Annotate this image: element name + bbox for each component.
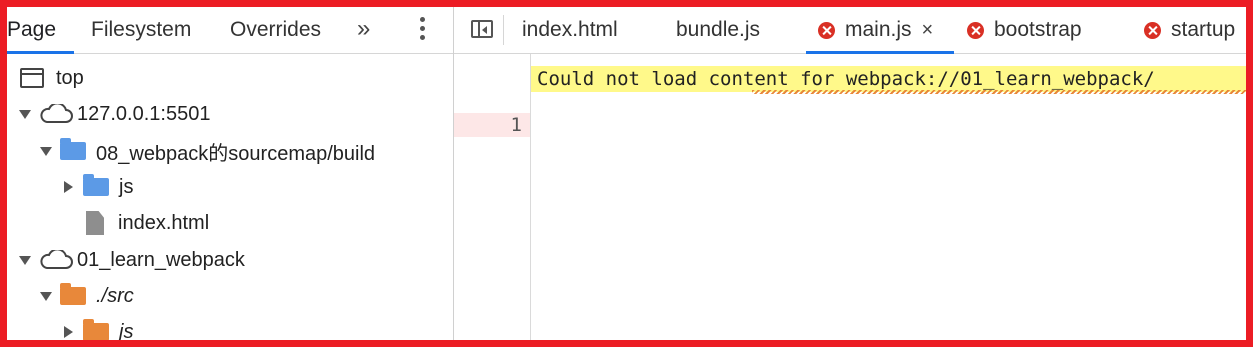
tab-label: main.js — [845, 18, 912, 41]
cloud-icon — [40, 250, 73, 269]
expand-arrow-icon[interactable] — [19, 109, 31, 119]
navigator-tabbar: Page Filesystem Overrides » — [7, 7, 453, 54]
tab-bundle-js[interactable]: bundle.js — [676, 18, 760, 42]
tree-item-label: top — [56, 66, 84, 89]
active-tab-underline — [7, 51, 74, 54]
folder-icon — [60, 138, 86, 160]
tab-index-html[interactable]: index.html — [522, 18, 618, 42]
tree-item-build-folder[interactable]: 08_webpack的sourcemap/build — [40, 133, 375, 169]
warning-squiggle — [752, 90, 1246, 94]
tab-label: index.html — [522, 18, 618, 41]
tree-item-origin-local[interactable]: 127.0.0.1:5501 — [19, 96, 210, 132]
line-number: 1 — [510, 114, 522, 136]
collapse-arrow-icon[interactable] — [64, 181, 73, 193]
tab-bootstrap[interactable]: bootstrap — [967, 18, 1082, 42]
folder-icon — [83, 174, 109, 196]
tree-item-label: 08_webpack的sourcemap/build — [96, 142, 376, 165]
tabbar-divider — [503, 15, 504, 45]
collapse-arrow-icon[interactable] — [64, 326, 73, 338]
expand-arrow-icon[interactable] — [40, 146, 52, 156]
active-tab-underline — [806, 51, 954, 54]
cloud-icon — [40, 104, 73, 123]
tab-label: bootstrap — [994, 18, 1082, 41]
editor-pane: index.html bundle.js main.js × bootstrap… — [454, 7, 1246, 340]
tab-startup[interactable]: startup — [1144, 18, 1235, 42]
error-icon — [1144, 21, 1161, 39]
kebab-menu-icon[interactable] — [420, 17, 426, 44]
tree-item-src-folder[interactable]: ./src — [40, 278, 134, 314]
tree-item-label: 01_learn_webpack — [77, 248, 245, 271]
folder-icon — [83, 319, 109, 340]
editor-tabbar: index.html bundle.js main.js × bootstrap… — [454, 7, 1246, 54]
tree-item-top[interactable]: top — [20, 60, 84, 96]
file-icon — [86, 211, 104, 235]
tree-item-src-js-folder[interactable]: js — [64, 314, 133, 340]
frame-icon — [20, 68, 44, 88]
tree-item-label: ./src — [96, 284, 134, 307]
tree-item-label: index.html — [118, 211, 210, 234]
expand-arrow-icon[interactable] — [19, 255, 31, 265]
error-icon — [967, 21, 984, 39]
tab-label: startup — [1171, 18, 1236, 41]
tab-label: bundle.js — [676, 18, 761, 41]
toggle-navigator-icon[interactable] — [471, 20, 493, 38]
line-number-gutter: 1 — [454, 54, 531, 340]
tree-item-label: js — [119, 320, 134, 341]
tab-page[interactable]: Page — [7, 18, 56, 42]
tree-item-js-folder[interactable]: js — [64, 169, 133, 205]
close-tab-icon[interactable]: × — [922, 19, 934, 42]
navigator-pane: Page Filesystem Overrides » top 127.0.0.… — [7, 7, 454, 340]
tab-filesystem[interactable]: Filesystem — [91, 18, 191, 42]
expand-arrow-icon[interactable] — [40, 291, 52, 301]
tab-main-js[interactable]: main.js × — [818, 18, 933, 42]
folder-icon — [60, 283, 86, 305]
error-icon — [818, 21, 835, 39]
tree-item-index-html[interactable]: index.html — [86, 205, 209, 241]
tree-item-label: 127.0.0.1:5501 — [77, 102, 211, 125]
more-tabs-button[interactable]: » — [357, 15, 370, 43]
tree-item-label: js — [119, 175, 134, 198]
tree-item-origin-webpack[interactable]: 01_learn_webpack — [19, 242, 245, 278]
screenshot-frame: Page Filesystem Overrides » top 127.0.0.… — [0, 0, 1253, 347]
tab-overrides[interactable]: Overrides — [230, 18, 321, 42]
code-line[interactable]: Could not load content for webpack://01_… — [531, 66, 1246, 92]
